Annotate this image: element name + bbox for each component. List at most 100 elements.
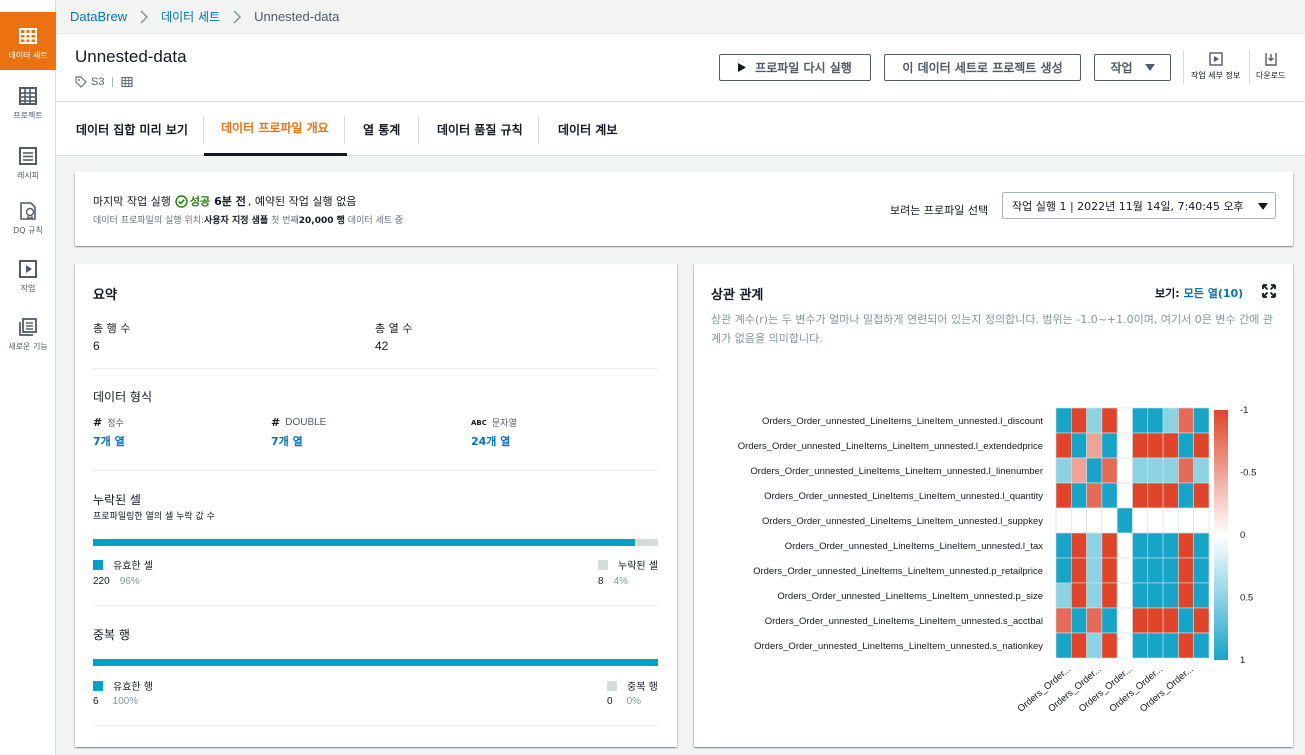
run-ago: 6분 전 bbox=[214, 195, 246, 208]
duplicate-rows-bar bbox=[93, 659, 658, 666]
heatmap-cell bbox=[1101, 532, 1118, 559]
hash-icon: # bbox=[271, 416, 281, 429]
play-icon bbox=[1208, 52, 1223, 66]
heatmap-cell bbox=[1162, 582, 1179, 609]
download-button[interactable]: 다운로드 bbox=[1256, 52, 1285, 81]
heatmap-cell bbox=[1101, 557, 1118, 584]
table-icon bbox=[19, 28, 37, 44]
valid-rows-values: 6 100% bbox=[93, 696, 138, 707]
breadcrumb-datasets[interactable]: 데이터 세트 bbox=[161, 8, 220, 25]
nav-item-whats-new[interactable]: 새로운 기능 bbox=[0, 303, 56, 361]
heatmap-cell bbox=[1162, 507, 1179, 534]
double-columns-link[interactable]: 7개 열 bbox=[271, 433, 303, 449]
heatmap-cell bbox=[1162, 432, 1179, 459]
nav-item-recipes[interactable]: 레시피 bbox=[0, 132, 56, 190]
create-project-button[interactable]: 이 데이터 세트로 프로젝트 생성 bbox=[884, 54, 1081, 81]
heatmap-cell bbox=[1055, 557, 1072, 584]
heatmap-cell bbox=[1132, 557, 1149, 584]
table-icon bbox=[121, 76, 134, 88]
missing-cells-subtitle: 프로파일링한 열의 셀 누락 값 수 bbox=[93, 512, 215, 522]
missing-cells-bar bbox=[93, 539, 658, 546]
tab-dataset-preview[interactable]: 데이터 집합 미리 보기 bbox=[76, 102, 188, 156]
scope-first: 첫 번째 bbox=[268, 216, 299, 226]
heatmap-cell bbox=[1101, 482, 1118, 509]
dataset-meta: S3 bbox=[75, 76, 137, 88]
duplicate-rows-count: 0 bbox=[607, 696, 613, 707]
heatmap-cell bbox=[1162, 482, 1179, 509]
heatmap-cell bbox=[1116, 607, 1133, 634]
valid-cells-values: 220 96% bbox=[93, 576, 140, 587]
divider bbox=[93, 368, 658, 369]
heatmap-cell bbox=[1116, 582, 1133, 609]
tab-data-quality-rules[interactable]: 데이터 품질 규칙 bbox=[437, 102, 523, 156]
legend-swatch-duplicate bbox=[607, 680, 617, 691]
heatmap-column-label: Orders_Order... bbox=[1138, 664, 1196, 715]
heatmap-cell bbox=[1086, 457, 1103, 484]
divider bbox=[93, 725, 658, 726]
colorbar bbox=[1214, 410, 1228, 660]
nav-item-jobs[interactable]: 작업 bbox=[0, 245, 56, 303]
heatmap-column-label: Orders_Order... bbox=[1016, 664, 1074, 715]
heatmap-cell bbox=[1116, 457, 1133, 484]
colorbar-tick-label: -1 bbox=[1240, 405, 1248, 416]
heatmap-cell bbox=[1132, 607, 1149, 634]
heatmap-row-label: Orders_Order_unnested_LineItems_LineItem… bbox=[750, 466, 1043, 477]
heatmap-cell bbox=[1193, 557, 1210, 584]
rerun-profile-button[interactable]: 프로파일 다시 실행 bbox=[719, 54, 871, 81]
valid-rows-count: 6 bbox=[93, 696, 99, 707]
valid-cells-legend: 유효한 셀 bbox=[93, 557, 153, 572]
heatmap-cell bbox=[1101, 407, 1118, 434]
heatmap-cell bbox=[1193, 432, 1210, 459]
divider bbox=[1249, 50, 1250, 84]
heatmap-cell bbox=[1162, 607, 1179, 634]
heatmap-cell bbox=[1070, 532, 1087, 559]
nav-item-dq-rules[interactable]: DQ 규칙 bbox=[0, 187, 56, 245]
breadcrumb-databrew[interactable]: DataBrew bbox=[70, 9, 127, 24]
integer-columns-link[interactable]: 7개 열 bbox=[93, 433, 125, 449]
heatmap-column-label: Orders_Order... bbox=[1077, 664, 1135, 715]
heatmap-cell bbox=[1162, 407, 1179, 434]
nav-label: 새로운 기능 bbox=[8, 342, 48, 351]
nav-item-datasets[interactable]: 데이터 세트 bbox=[0, 12, 56, 70]
heatmap-cell bbox=[1147, 582, 1164, 609]
job-details-button[interactable]: 작업 세부 정보 bbox=[1191, 52, 1240, 81]
duplicate-rows-label: 중복 행 bbox=[627, 682, 658, 693]
heatmap-cell bbox=[1132, 407, 1149, 434]
tab-data-lineage[interactable]: 데이터 계보 bbox=[558, 102, 617, 156]
tab-data-profile-overview[interactable]: 데이터 프로파일 개요 bbox=[204, 102, 347, 156]
heatmap-cell bbox=[1070, 607, 1087, 634]
heatmap-cell bbox=[1116, 482, 1133, 509]
type-double: # DOUBLE bbox=[271, 416, 326, 429]
caret-down-icon bbox=[1144, 64, 1155, 71]
actions-dropdown-button[interactable]: 작업 bbox=[1094, 54, 1171, 81]
profile-select[interactable]: 작업 실행 1 | 2022년 11월 14일, 7:40:45 오후 bbox=[1002, 192, 1276, 219]
heatmap-cell bbox=[1178, 407, 1194, 434]
string-columns-link[interactable]: 24개 열 bbox=[471, 433, 510, 449]
tab-column-statistics[interactable]: 열 통계 bbox=[363, 102, 400, 156]
duplicate-rows-values: 0 0% bbox=[607, 696, 641, 707]
colorbar-tick-label: -0.5 bbox=[1240, 468, 1256, 479]
valid-cells-fill bbox=[93, 539, 636, 546]
heatmap-cell bbox=[1132, 432, 1149, 459]
caret-down-icon bbox=[1258, 203, 1268, 210]
heatmap-cell bbox=[1178, 482, 1194, 509]
heatmap-cell bbox=[1193, 457, 1210, 484]
heatmap-cell bbox=[1086, 557, 1103, 584]
scope-sample: 사용자 지정 샘플 bbox=[203, 216, 269, 226]
heatmap-cell bbox=[1101, 582, 1118, 609]
heatmap-cell bbox=[1178, 532, 1194, 559]
data-format-title: 데이터 형식 bbox=[93, 390, 153, 404]
chevron-right-icon bbox=[233, 9, 242, 24]
heatmap-row-label: Orders_Order_unnested_LineItems_LineItem… bbox=[762, 416, 1043, 427]
nav-item-projects[interactable]: 프로젝트 bbox=[0, 72, 56, 130]
heatmap-cell bbox=[1116, 532, 1133, 559]
heatmap-cell bbox=[1193, 582, 1210, 609]
download-icon bbox=[1265, 53, 1277, 66]
valid-rows-label: 유효한 행 bbox=[113, 682, 153, 693]
heatmap-cell bbox=[1101, 632, 1118, 659]
heatmap-cell bbox=[1116, 432, 1133, 459]
heatmap-cell bbox=[1132, 532, 1149, 559]
nav-label: 레시피 bbox=[16, 171, 40, 180]
heatmap-row-label: Orders_Order_unnested_LineItems_LineItem… bbox=[777, 591, 1043, 602]
heatmap-row-label: Orders_Order_unnested_LineItems_LineItem… bbox=[762, 516, 1043, 527]
